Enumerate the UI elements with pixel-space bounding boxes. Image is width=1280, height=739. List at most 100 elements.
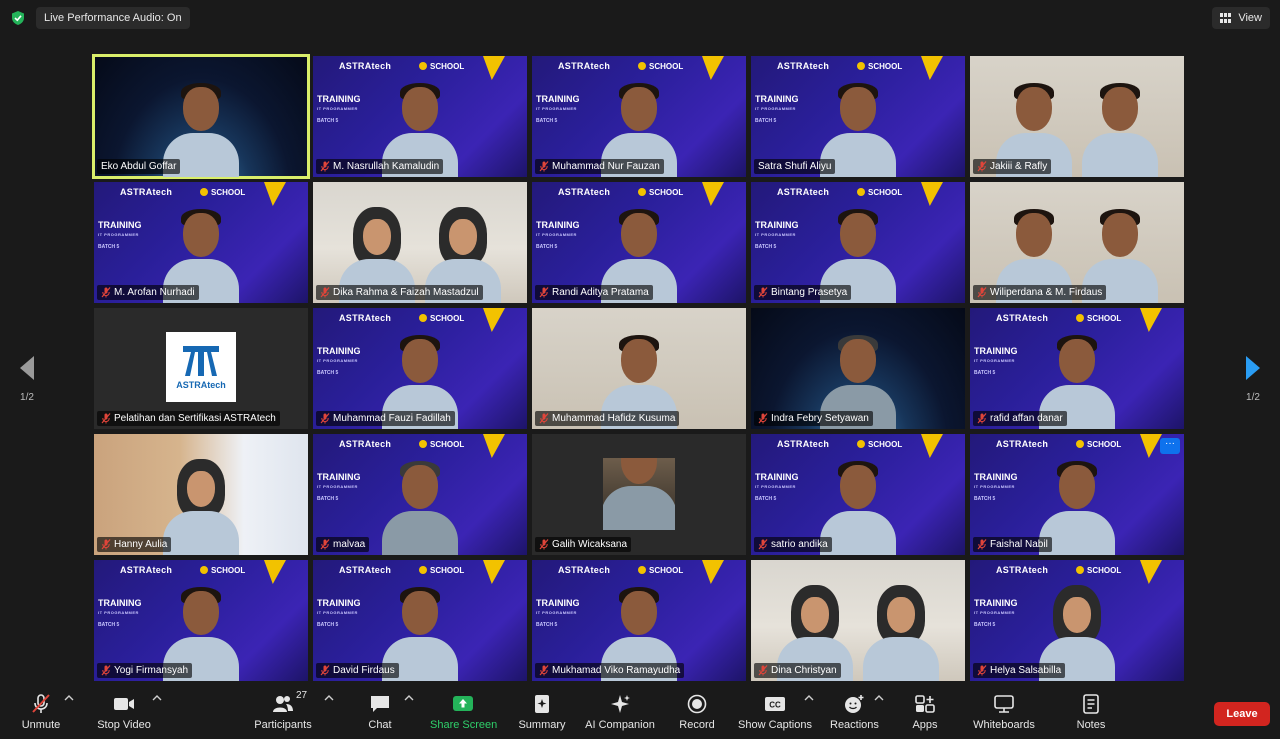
participant-name: Wiliperdana & M. Firdaus — [990, 287, 1103, 298]
participant-name-label: M. Arofan Nurhadi — [97, 285, 199, 300]
participant-tile[interactable]: Dika Rahma & Faizah Mastadzul — [313, 182, 527, 303]
participant-name-label: Helya Salsabilla — [973, 663, 1066, 678]
live-performance-audio-status[interactable]: Live Performance Audio: On — [36, 7, 190, 29]
smiley-plus-icon — [845, 695, 864, 713]
participant-video-figure — [159, 459, 243, 555]
school-brand-text: SCHOOL — [200, 188, 245, 197]
school-brand-text: SCHOOL — [419, 314, 464, 323]
participant-name-label: malvaa — [316, 537, 370, 552]
participant-name: Pelatihan dan Sertifikasi ASTRAtech — [114, 413, 276, 424]
participant-tile[interactable]: ASTRAtech SCHOOL TRAINING IT PROGRAMMER BATC… — [532, 56, 746, 177]
training-banner: TRAINING IT PROGRAMMER BATCH 5 — [755, 220, 799, 250]
participant-tile[interactable]: Muhammad Hafidz Kusuma — [532, 308, 746, 429]
ai-companion-button[interactable]: AI Companion — [584, 694, 656, 736]
ribbon-decoration — [921, 434, 943, 458]
participant-name: satrio andika — [771, 539, 828, 550]
microphone-muted-icon — [758, 413, 768, 424]
captions-options-chevron-icon[interactable] — [804, 694, 814, 702]
participant-tile[interactable]: ASTRAtech SCHOOL TRAINING IT PROGRAMMER BATC… — [313, 56, 527, 177]
share-screen-label: Share Screen — [430, 719, 498, 731]
participant-tile[interactable]: ASTRAtech SCHOOL TRAINING IT PROGRAMMER BATC… — [532, 182, 746, 303]
summary-button[interactable]: Summary — [518, 694, 566, 736]
participant-tile[interactable]: ASTRAtech SCHOOL TRAINING IT PROGRAMMER BATC… — [970, 560, 1184, 681]
participant-tile[interactable]: ASTRAtech SCHOOL TRAINING IT PROGRAMMER BATC… — [313, 560, 527, 681]
astratech-brand-text: ASTRAtech — [777, 439, 830, 449]
ribbon-decoration — [483, 56, 505, 80]
participant-name-label: Dika Rahma & Faizah Mastadzul — [316, 285, 483, 300]
ai-companion-label: AI Companion — [585, 719, 655, 731]
apps-button[interactable]: Apps — [908, 694, 942, 736]
training-banner: TRAINING IT PROGRAMMER BATCH 5 — [317, 94, 361, 124]
participant-name-label: satrio andika — [754, 537, 832, 552]
stop-video-label: Stop Video — [97, 719, 151, 731]
participant-tile[interactable]: Hanny Aulia — [94, 434, 308, 555]
participant-tile[interactable]: ASTRAtech SCHOOL TRAINING IT PROGRAMMER BATC… — [532, 560, 746, 681]
leave-button[interactable]: Leave — [1214, 702, 1270, 726]
more-options-button[interactable]: ··· — [1160, 438, 1180, 454]
training-banner: TRAINING IT PROGRAMMER BATCH 5 — [536, 598, 580, 628]
participant-name: M. Arofan Nurhadi — [114, 287, 195, 298]
reactions-button[interactable]: Reactions — [830, 694, 879, 736]
stop-video-button[interactable]: Stop Video — [96, 694, 152, 736]
next-page-button[interactable]: 1/2 — [1238, 355, 1268, 405]
video-options-chevron-icon[interactable] — [152, 694, 162, 702]
audio-options-chevron-icon[interactable] — [64, 694, 74, 702]
training-banner: TRAINING IT PROGRAMMER BATCH 5 — [974, 346, 1018, 376]
participant-tile[interactable]: ASTRAtech SCHOOL TRAINING IT PROGRAMMER BATC… — [751, 182, 965, 303]
participant-name: M. Nasrullah Kamaludin — [333, 161, 440, 172]
astratech-brand-text: ASTRAtech — [120, 565, 173, 575]
participant-tile[interactable]: ASTRAtech SCHOOL TRAINING IT PROGRAMMER BATC… — [94, 182, 308, 303]
microphone-muted-icon — [539, 539, 549, 550]
participant-tile[interactable]: ASTRAtech SCHOOL TRAINING IT PROGRAMMER BATC… — [751, 434, 965, 555]
microphone-muted-icon — [320, 287, 330, 298]
participant-tile[interactable]: ASTRAtech SCHOOL TRAINING IT PROGRAMMER BATC… — [751, 56, 965, 177]
participant-tile[interactable]: Wiliperdana & M. Firdaus — [970, 182, 1184, 303]
chat-button[interactable]: Chat — [364, 694, 396, 736]
chevron-right-icon — [1246, 356, 1260, 380]
apps-label: Apps — [912, 719, 938, 731]
participant-tile[interactable]: Indra Febry Setyawan — [751, 308, 965, 429]
participant-tile[interactable]: Dina Christyan — [751, 560, 965, 681]
participant-tile[interactable]: ASTRAtech SCHOOL TRAINING IT PROGRAMMER BATC… — [313, 434, 527, 555]
show-captions-button[interactable]: CC Show Captions — [738, 694, 812, 736]
previous-page-button[interactable]: 1/2 — [12, 355, 42, 405]
participant-tile[interactable]: Galih Wicaksana — [532, 434, 746, 555]
participants-count: 27 — [296, 690, 308, 701]
shield-check-icon[interactable] — [10, 10, 26, 26]
page-indicator-right: 1/2 — [1246, 392, 1260, 403]
ribbon-decoration — [483, 560, 505, 584]
participant-tile[interactable]: ASTRAtech SCHOOL TRAINING IT PROGRAMMER BATC… — [970, 434, 1184, 555]
training-banner: TRAINING IT PROGRAMMER BATCH 5 — [317, 346, 361, 376]
participant-tile[interactable]: ASTRAtech SCHOOL TRAINING IT PROGRAMMER BATC… — [313, 308, 527, 429]
record-button[interactable]: Record — [678, 694, 716, 736]
participant-name-label: Eko Abdul Goffar — [97, 159, 181, 174]
participant-name: David Firdaus — [333, 665, 395, 676]
participant-tile[interactable]: ASTRAtech SCHOOL TRAINING IT PROGRAMMER BATC… — [94, 560, 308, 681]
astratech-brand-text: ASTRAtech — [339, 313, 392, 323]
participant-name: Mukhamad Viko Ramayudha — [552, 665, 681, 676]
microphone-muted-icon — [101, 539, 111, 550]
participant-video-figure — [603, 458, 675, 530]
microphone-muted-icon — [320, 665, 330, 676]
microphone-muted-icon — [539, 413, 549, 424]
chat-options-chevron-icon[interactable] — [404, 694, 414, 702]
ribbon-decoration — [1140, 560, 1162, 584]
participant-tile[interactable]: ASTRAtech Pelatihan dan Sertifikasi ASTRA… — [94, 308, 308, 429]
participants-options-chevron-icon[interactable] — [324, 694, 334, 702]
participant-name-label: Muhammad Fauzi Fadillah — [316, 411, 455, 426]
view-button[interactable]: View — [1212, 7, 1270, 29]
participant-name-label: Yogi Firmansyah — [97, 663, 193, 678]
participant-tile[interactable]: Eko Abdul Goffar — [92, 54, 310, 179]
participant-name: Hanny Aulia — [114, 539, 168, 550]
notes-button[interactable]: Notes — [1074, 694, 1108, 736]
reactions-options-chevron-icon[interactable] — [874, 694, 884, 702]
participant-tile[interactable]: Jakiii & Rafly — [970, 56, 1184, 177]
participant-video-figure — [859, 585, 943, 681]
school-brand-text: SCHOOL — [638, 62, 683, 71]
whiteboards-button[interactable]: Whiteboards — [970, 694, 1038, 736]
unmute-button[interactable]: Unmute — [20, 694, 62, 736]
participant-tile[interactable]: ASTRAtech SCHOOL TRAINING IT PROGRAMMER BATC… — [970, 308, 1184, 429]
participant-video-figure — [1078, 81, 1162, 177]
participant-name: Satra Shufi Aliyu — [758, 161, 832, 172]
share-screen-button[interactable]: Share Screen — [430, 694, 498, 736]
